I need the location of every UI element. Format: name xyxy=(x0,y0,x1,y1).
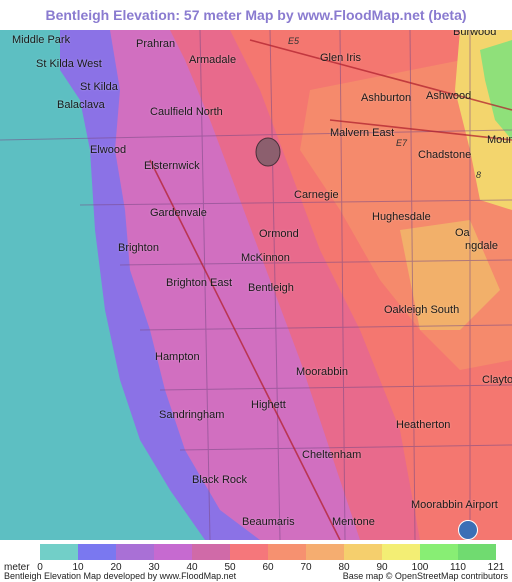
place-label: Heatherton xyxy=(396,419,451,431)
place-label: Elsternwick xyxy=(144,160,200,172)
place-label: Highett xyxy=(251,399,286,411)
legend-swatch xyxy=(192,544,230,560)
place-label: Beaumaris xyxy=(242,516,295,528)
legend-swatch xyxy=(116,544,154,560)
place-label: Ormond xyxy=(259,228,299,240)
place-label: Carnegie xyxy=(294,189,339,201)
legend-swatch xyxy=(40,544,78,560)
place-label: Oa xyxy=(455,227,470,239)
legend-swatch xyxy=(306,544,344,560)
elevation-legend: meter 0 10 20 30 40 50 60 70 80 90 100 110 121 Bentl… xyxy=(0,540,512,582)
place-label: Mount xyxy=(487,134,512,146)
place-label: McKinnon xyxy=(241,252,290,264)
place-label: Oakleigh South xyxy=(384,304,460,316)
place-label: Ashwood xyxy=(426,90,472,102)
legend-swatch xyxy=(458,544,496,560)
place-label: Brighton East xyxy=(166,277,233,289)
elevation-map[interactable]: Middle Park Prahran Burwood St Kilda West Ar… xyxy=(0,30,512,540)
osm-logo-icon xyxy=(458,520,478,540)
legend-tick-label: 60 xyxy=(262,562,274,573)
place-label: ngdale xyxy=(465,240,499,252)
place-label: Mentone xyxy=(332,516,375,528)
place-label: Malvern East xyxy=(330,127,395,139)
place-label: Moorabbin xyxy=(296,366,348,378)
place-label: Caulfield North xyxy=(150,106,223,118)
place-label: St Kilda West xyxy=(36,58,102,70)
legend-swatch xyxy=(154,544,192,560)
place-label: Chadstone xyxy=(418,149,472,161)
place-label: Cheltenham xyxy=(302,449,362,461)
road-number-label: 8 xyxy=(476,170,482,180)
page-title: Bentleigh Elevation: 57 meter Map by www… xyxy=(45,7,467,23)
place-label: Moorabbin Airport xyxy=(411,499,498,511)
place-label: Middle Park xyxy=(12,34,71,46)
legend-tick-label: 70 xyxy=(300,562,312,573)
place-label: Black Rock xyxy=(192,474,248,486)
legend-swatch xyxy=(230,544,268,560)
place-label: Hampton xyxy=(155,351,200,363)
place-label: Elwood xyxy=(90,144,127,156)
legend-swatch xyxy=(268,544,306,560)
place-label: Burwood xyxy=(453,30,497,38)
legend-swatch xyxy=(420,544,458,560)
place-label: Balaclava xyxy=(57,99,105,111)
legend-swatch xyxy=(78,544,116,560)
road-number-label: E5 xyxy=(288,36,300,46)
road-number-label: E7 xyxy=(396,138,408,148)
place-label: St Kilda xyxy=(80,81,118,93)
place-label: Gardenvale xyxy=(150,207,207,219)
place-label: Hughesdale xyxy=(372,211,431,223)
racecourse-oval xyxy=(255,137,281,167)
legend-swatch xyxy=(382,544,420,560)
place-label: Sandringham xyxy=(159,409,225,421)
place-label: Armadale xyxy=(189,54,237,66)
legend-swatch xyxy=(344,544,382,560)
place-label: Brighton xyxy=(118,242,159,254)
place-label: Bentleigh xyxy=(248,282,294,294)
credit-floodmap[interactable]: Bentleigh Elevation Map developed by www… xyxy=(4,571,236,581)
place-label: Prahran xyxy=(136,38,176,50)
place-label: Clayto xyxy=(482,374,512,386)
place-label: Ashburton xyxy=(361,92,412,104)
place-label: Glen Iris xyxy=(320,52,361,64)
credit-osm[interactable]: Base map © OpenStreetMap contributors xyxy=(343,571,508,581)
